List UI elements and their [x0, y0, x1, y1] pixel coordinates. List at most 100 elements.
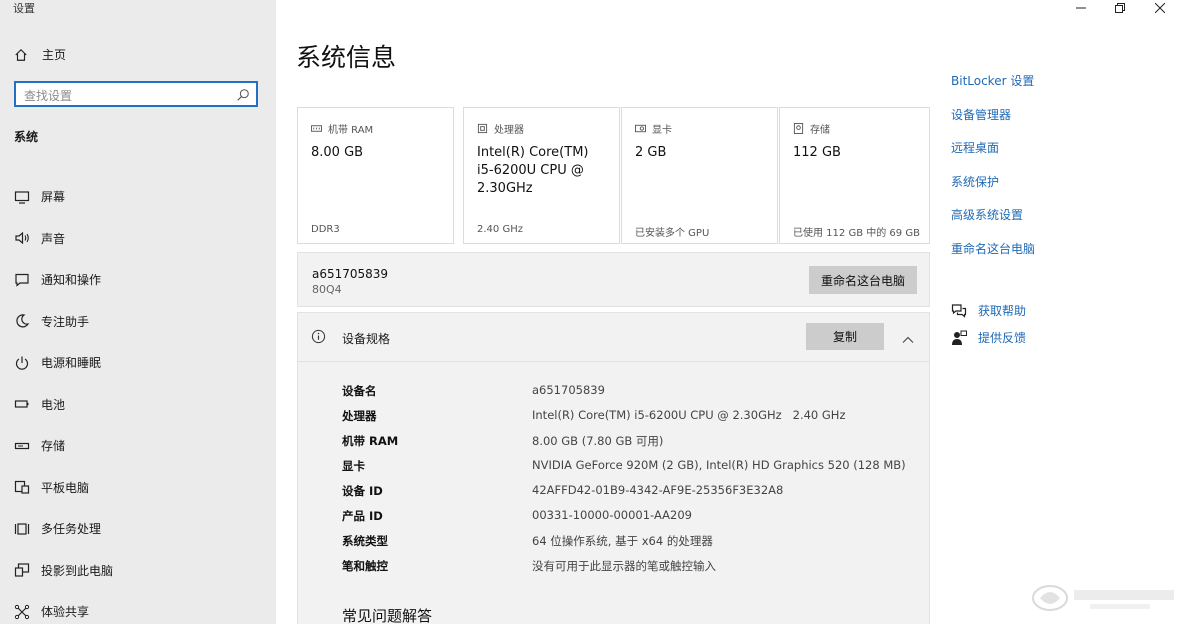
device-manager-link[interactable]: 设备管理器 — [951, 106, 1035, 140]
device-name: a651705839 — [312, 267, 389, 281]
sidebar-item-label: 屏幕 — [41, 190, 66, 205]
search-input[interactable]: 查找设置 — [14, 81, 258, 107]
storage-icon — [14, 438, 30, 454]
sidebar: 设置 主页 查找设置 系统 屏幕 声音 通知和操作 专注助手 电源和睡眠 电池 … — [0, 0, 276, 624]
spec-value: a651705839 — [532, 383, 605, 397]
copy-button[interactable]: 复制 — [806, 323, 884, 350]
spec-key: 系统类型 — [342, 534, 388, 548]
sidebar-item-storage[interactable]: 存储 — [14, 425, 264, 467]
sidebar-item-focus-assist[interactable]: 专注助手 — [14, 301, 264, 343]
sidebar-item-notifications[interactable]: 通知和操作 — [14, 259, 264, 301]
card-label: 处理器 — [494, 125, 524, 136]
spec-value: 42AFFD42-01B9-4342-AF9E-25356F3E32A8 — [532, 483, 784, 497]
sidebar-item-home[interactable]: 主页 — [14, 46, 66, 63]
spec-key: 显卡 — [342, 459, 365, 473]
multitask-icon — [14, 521, 30, 537]
system-protection-link[interactable]: 系统保护 — [951, 173, 1035, 207]
help-label: 提供反馈 — [978, 331, 1027, 345]
speaker-icon — [14, 230, 30, 246]
sidebar-item-label: 存储 — [41, 439, 66, 454]
storage-card: 存储 112 GB 已使用 112 GB 中的 69 GB — [779, 107, 930, 244]
advanced-system-settings-link[interactable]: 高级系统设置 — [951, 206, 1035, 240]
sidebar-item-multitasking[interactable]: 多任务处理 — [14, 508, 264, 550]
spec-value: 没有可用于此显示器的笔或触控输入 — [532, 559, 716, 573]
project-icon — [14, 562, 30, 578]
card-sub: 2.40 GHz — [477, 224, 523, 235]
remote-desktop-link[interactable]: 远程桌面 — [951, 139, 1035, 173]
search-placeholder: 查找设置 — [24, 89, 73, 103]
get-help-link[interactable]: 获取帮助 — [951, 297, 1026, 324]
sidebar-item-display[interactable]: 屏幕 — [14, 176, 264, 218]
device-name-bar: a651705839 80Q4 重命名这台电脑 — [297, 252, 930, 307]
spec-value: 00331-10000-00001-AA209 — [532, 508, 692, 522]
spec-key: 设备名 — [342, 384, 377, 398]
watermark-logo — [1030, 578, 1179, 618]
spec-value: NVIDIA GeForce 920M (2 GB), Intel(R) HD … — [532, 458, 906, 472]
feedback-icon — [951, 330, 967, 346]
card-sub: 已安装多个 GPU — [635, 228, 710, 239]
card-value: 2 GB — [635, 145, 667, 160]
sidebar-item-label: 平板电脑 — [41, 480, 90, 495]
spec-row: 系统类型 64 位操作系统, 基于 x64 的处理器 — [342, 533, 906, 558]
info-icon — [311, 329, 326, 344]
restore-icon — [1115, 0, 1125, 17]
close-button[interactable] — [1150, 0, 1170, 14]
help-links: 获取帮助 提供反馈 — [951, 297, 1026, 351]
card-value: 8.00 GB — [311, 145, 364, 160]
battery-icon — [14, 396, 30, 412]
sidebar-item-label: 体验共享 — [41, 605, 90, 620]
sidebar-item-battery[interactable]: 电池 — [14, 384, 264, 426]
sidebar-item-shared-experiences[interactable]: 体验共享 — [14, 591, 264, 633]
ram-icon — [311, 123, 322, 134]
moon-icon — [14, 313, 30, 329]
sidebar-item-label: 投影到此电脑 — [41, 563, 114, 578]
chat-help-icon — [951, 303, 967, 319]
power-icon — [14, 355, 30, 371]
spec-rows: 设备名 a651705839 处理器 Intel(R) Core(TM) i5-62… — [342, 383, 906, 583]
chevron-up-icon[interactable] — [902, 331, 914, 343]
spec-title: 设备规格 — [342, 332, 391, 346]
tablet-icon — [14, 479, 30, 495]
spec-row: 设备 ID 42AFFD42-01B9-4342-AF9E-25356F3E32A… — [342, 483, 906, 508]
sidebar-nav: 屏幕 声音 通知和操作 专注助手 电源和睡眠 电池 存储 平板电脑 多任务处理 … — [14, 176, 264, 633]
feedback-link[interactable]: 提供反馈 — [951, 324, 1026, 351]
related-links: BitLocker 设置 设备管理器 远程桌面 系统保护 高级系统设置 重命名这… — [951, 72, 1035, 273]
spec-value: Intel(R) Core(TM) i5-6200U CPU @ 2.30GHz… — [532, 408, 846, 422]
restore-button[interactable] — [1110, 0, 1130, 14]
spec-value: 64 位操作系统, 基于 x64 的处理器 — [532, 534, 713, 548]
spec-row: 机带 RAM 8.00 GB (7.80 GB 可用) — [342, 433, 906, 458]
spec-row: 处理器 Intel(R) Core(TM) i5-6200U CPU @ 2.30… — [342, 408, 906, 433]
home-icon — [14, 48, 32, 62]
rename-pc-button[interactable]: 重命名这台电脑 — [809, 266, 917, 294]
sidebar-item-label: 电源和睡眠 — [41, 356, 102, 371]
card-label: 显卡 — [652, 125, 672, 136]
rename-pc-link[interactable]: 重命名这台电脑 — [951, 240, 1035, 274]
page-title: 系统信息 — [296, 43, 397, 72]
sidebar-item-tablet[interactable]: 平板电脑 — [14, 467, 264, 509]
close-icon — [1154, 0, 1166, 17]
bitlocker-link[interactable]: BitLocker 设置 — [951, 72, 1035, 106]
device-spec-header[interactable]: 设备规格 复制 — [298, 313, 929, 362]
sidebar-item-label: 主页 — [42, 48, 67, 62]
card-sub: 已使用 112 GB 中的 69 GB — [793, 228, 920, 239]
card-sub: DDR3 — [311, 224, 340, 235]
sidebar-item-power-sleep[interactable]: 电源和睡眠 — [14, 342, 264, 384]
sidebar-item-label: 通知和操作 — [41, 273, 102, 288]
section-heading: 系统 — [14, 130, 39, 144]
app-title: 设置 — [13, 2, 35, 15]
cpu-card: 处理器 Intel(R) Core(TM) i5-6200U CPU @ 2.3… — [463, 107, 620, 244]
card-value: Intel(R) Core(TM) i5-6200U CPU @ 2.30GHz — [477, 145, 589, 196]
spec-key: 笔和触控 — [342, 559, 388, 573]
sidebar-item-project[interactable]: 投影到此电脑 — [14, 550, 264, 592]
cpu-icon — [477, 123, 488, 134]
gpu-card: 显卡 2 GB 已安装多个 GPU — [621, 107, 778, 244]
sidebar-item-sound[interactable]: 声音 — [14, 218, 264, 260]
disk-icon — [793, 123, 804, 134]
minimize-icon — [1076, 0, 1086, 17]
card-label: 机带 RAM — [328, 125, 374, 136]
sidebar-item-label: 声音 — [41, 231, 66, 246]
minimize-button[interactable] — [1071, 0, 1091, 14]
device-spec-panel: 设备规格 复制 设备名 a651705839 处理器 Intel(R) Core(T… — [297, 312, 930, 625]
spec-key: 产品 ID — [342, 509, 383, 523]
sidebar-item-label: 多任务处理 — [41, 522, 102, 537]
